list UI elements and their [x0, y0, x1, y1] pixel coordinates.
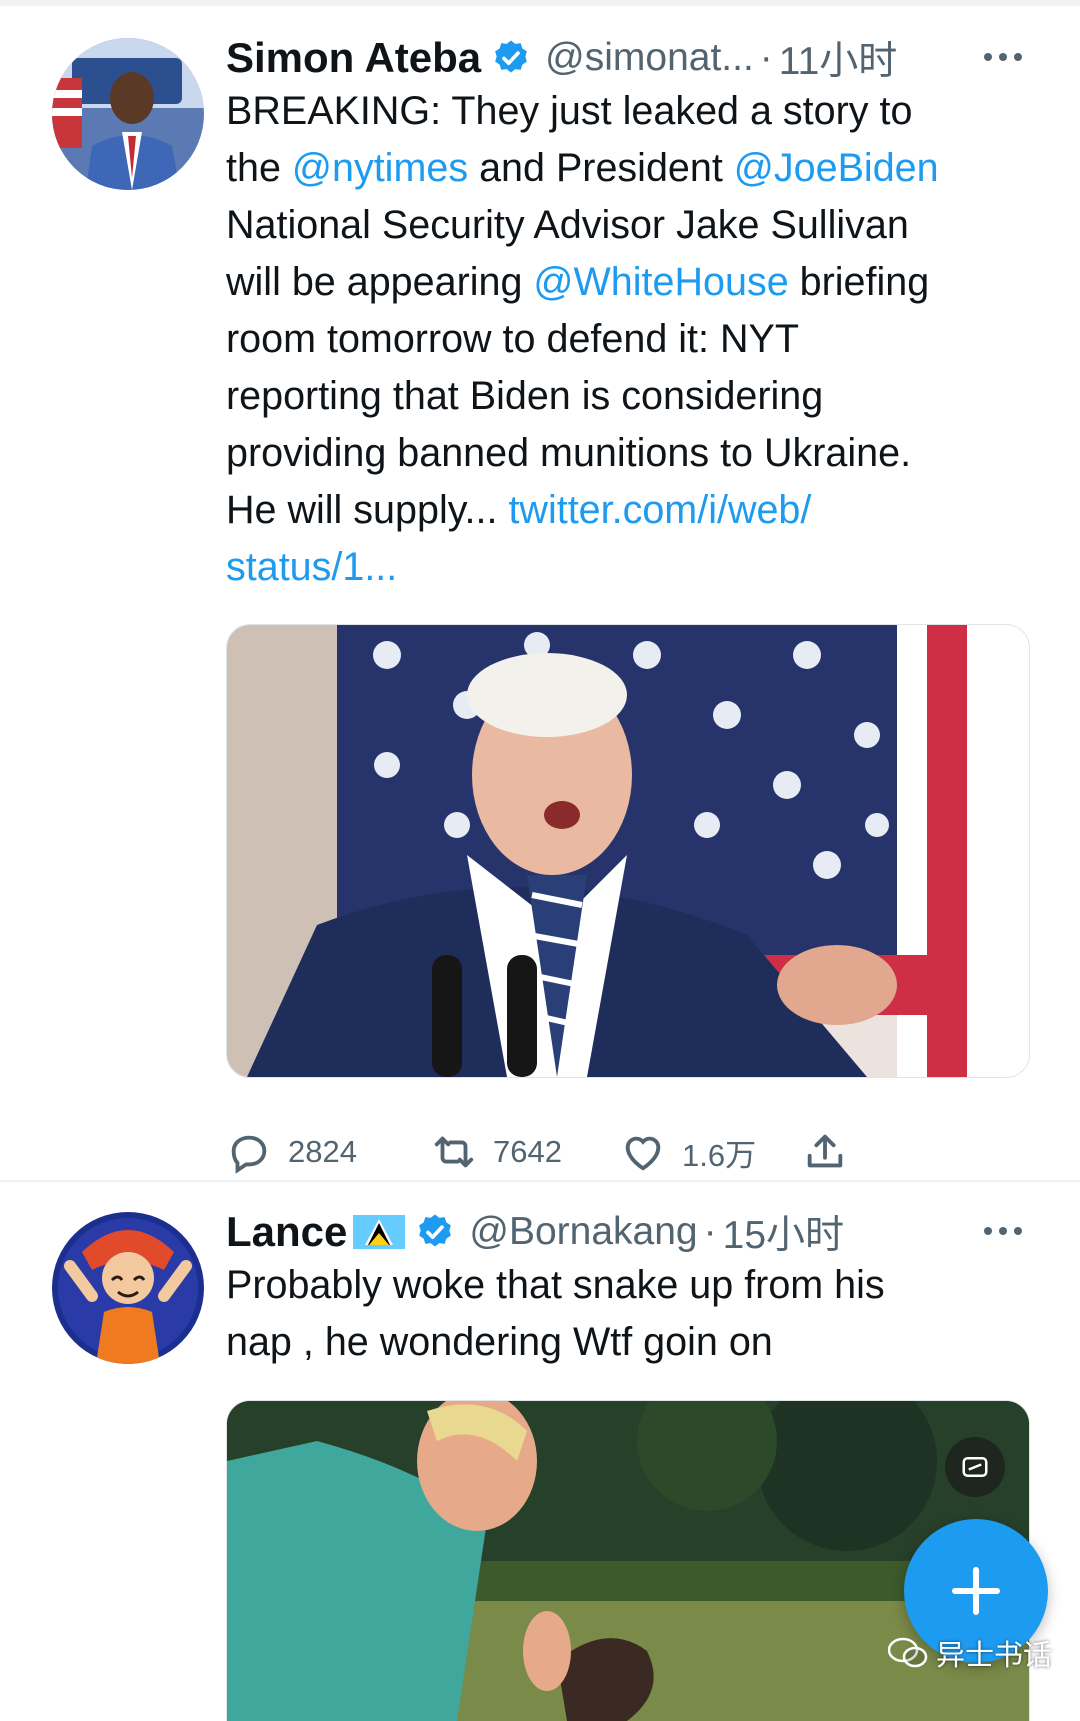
tweet-link[interactable]: @nytimes [292, 146, 468, 190]
tweet-text-line: He will supply... twitter.com/i/web/ [226, 482, 939, 539]
tweet-text-segment: the [226, 146, 292, 190]
tweet-text-segment: Probably woke that snake up from his [226, 1263, 885, 1307]
tweet-text-line: nap , he wondering Wtf goin on [226, 1314, 885, 1371]
like-count: 1.6万 [682, 1137, 757, 1173]
tweet-photo [227, 625, 1029, 1077]
top-divider [0, 0, 1080, 6]
timestamp[interactable]: 15小时 [723, 1204, 844, 1260]
tweet-text-segment: nap , he wondering Wtf goin on [226, 1320, 773, 1364]
tweet-text: BREAKING: They just leaked a story to the… [226, 83, 939, 596]
verified-badge-icon [491, 38, 531, 78]
tweet-image[interactable] [226, 624, 1030, 1078]
tweet-text-segment: BREAKING: They just leaked a story to [226, 89, 913, 133]
share-button[interactable] [802, 1122, 848, 1182]
gif-badge-icon[interactable] [945, 1437, 1005, 1497]
tweet-header: Simon Ateba @simonat... · 11小时 [226, 28, 897, 88]
tweet-text-line: status/1... [226, 539, 939, 596]
tweet-text-line: will be appearing @WhiteHouse briefing [226, 254, 939, 311]
avatar-image [52, 1212, 204, 1364]
tweet-text-segment: providing banned munitions to Ukraine. [226, 431, 912, 475]
reply-icon [231, 1135, 267, 1174]
display-name[interactable]: Lance [226, 1208, 347, 1256]
avatar-image [52, 38, 204, 190]
tweet-text-line: room tomorrow to defend it: NYT [226, 311, 939, 368]
handle[interactable]: @simonat... [545, 36, 754, 80]
tweet-text-segment: National Security Advisor Jake Sullivan [226, 203, 909, 247]
timestamp[interactable]: 11小时 [779, 30, 898, 86]
tweet-text-segment: He will supply... [226, 488, 509, 532]
tweet-text-segment: reporting that Biden is considering [226, 374, 824, 418]
handle[interactable]: @Bornakang [469, 1210, 697, 1254]
display-name[interactable]: Simon Ateba [226, 34, 481, 82]
tweet-link[interactable]: @WhiteHouse [533, 260, 788, 304]
tweet-text-segment: will be appearing [226, 260, 534, 304]
more-icon[interactable] [976, 1216, 1030, 1246]
tweet-text-line: reporting that Biden is considering [226, 368, 939, 425]
tweet-text-line: the @nytimes and President @JoeBiden [226, 140, 939, 197]
separator-dot: · [759, 36, 773, 79]
watermark: 异士书话 [888, 1628, 1052, 1678]
tweet-text-line: Probably woke that snake up from his [226, 1257, 885, 1314]
retweet-button[interactable]: 7642 [431, 1122, 562, 1182]
tweet-link[interactable]: status/1... [226, 545, 397, 589]
reply-button[interactable]: 2824 [226, 1122, 357, 1182]
tweet-text-segment: and President [468, 146, 734, 190]
tweet-text-line: providing banned munitions to Ukraine. [226, 425, 939, 482]
retweet-count: 7642 [493, 1134, 562, 1169]
reply-count: 2824 [288, 1134, 357, 1169]
avatar-lance[interactable] [52, 1212, 204, 1364]
tweet-divider [0, 1180, 1080, 1182]
tweet-link[interactable]: @JoeBiden [734, 146, 939, 190]
compose-plus-icon [951, 1566, 1001, 1616]
tweet-text-line: BREAKING: They just leaked a story to [226, 83, 939, 140]
tweet-text-segment: briefing [788, 260, 930, 304]
tweet-text-segment: room tomorrow to defend it: NYT [226, 317, 799, 361]
tweet-text: Probably woke that snake up from his nap … [226, 1257, 885, 1371]
separator-dot: · [703, 1210, 717, 1253]
saint-lucia-flag-icon [353, 1215, 406, 1249]
like-button[interactable]: 1.6万 [620, 1122, 756, 1182]
verified-badge-icon [415, 1212, 455, 1252]
wechat-icon [888, 1637, 928, 1668]
tweet-link[interactable]: twitter.com/i/web/ [508, 488, 811, 532]
avatar-simon-ateba[interactable] [52, 38, 204, 190]
share-icon [807, 1134, 843, 1168]
retweet-icon [434, 1136, 474, 1168]
tweet-header: Lance @Bornakang · 15小时 [226, 1202, 844, 1262]
heart-icon [625, 1136, 661, 1171]
tweet-text-line: National Security Advisor Jake Sullivan [226, 197, 939, 254]
tweet-actions: 2824 7642 1.6万 [226, 1122, 926, 1182]
more-icon[interactable] [976, 42, 1030, 72]
watermark-text: 异士书话 [936, 1640, 1053, 1672]
